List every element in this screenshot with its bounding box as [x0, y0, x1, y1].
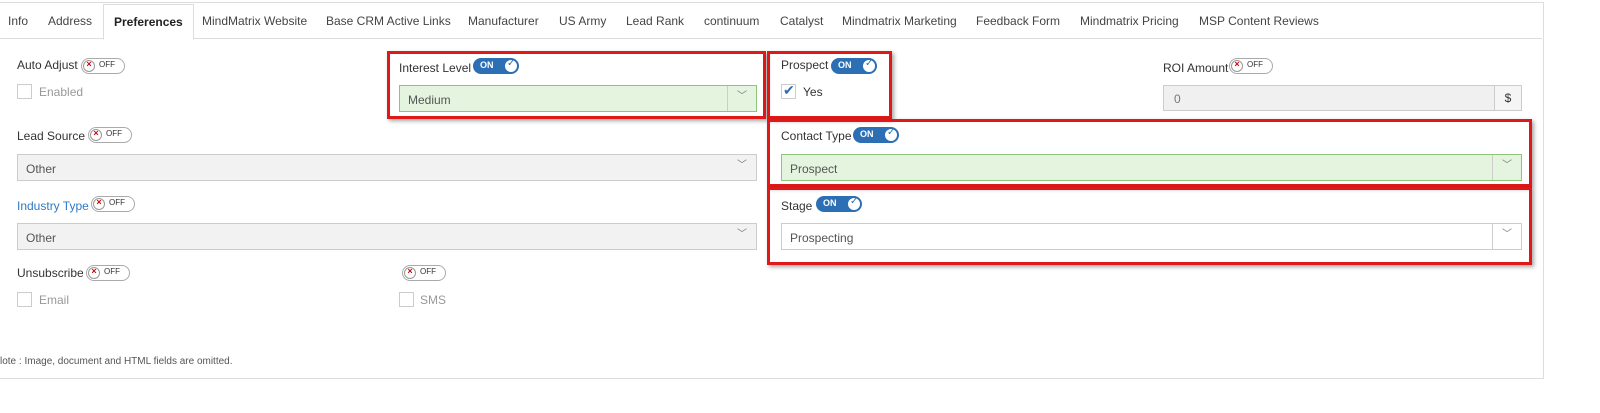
tab-mindmatrix-website[interactable]: MindMatrix Website: [202, 4, 307, 38]
omitted-fields-note: lote : Image, document and HTML fields a…: [0, 356, 233, 367]
email-label: Email: [39, 293, 70, 307]
tab-catalyst[interactable]: Catalyst: [780, 4, 823, 38]
chevron-down-icon: ﹀: [1492, 155, 1521, 180]
chevron-down-icon: ﹀: [737, 160, 747, 171]
tab-mindmatrix-pricing[interactable]: Mindmatrix Pricing: [1080, 4, 1179, 38]
close-icon: ×: [404, 266, 416, 279]
industry-type-select[interactable]: Other ﹀: [17, 223, 757, 250]
stage-toggle[interactable]: ON ✓: [816, 196, 862, 212]
check-icon: ✓: [504, 58, 518, 73]
industry-type-toggle[interactable]: × OFF: [91, 196, 135, 212]
interest-level-select[interactable]: Medium ﹀: [399, 85, 757, 112]
contact-type-toggle[interactable]: ON ✓: [853, 127, 899, 143]
tab-base-crm-active-links[interactable]: Base CRM Active Links: [326, 4, 451, 38]
check-icon: ✓: [847, 196, 861, 211]
unsubscribe-label: Unsubscribe: [17, 266, 84, 280]
tab-lead-rank[interactable]: Lead Rank: [626, 4, 684, 38]
close-icon: ×: [90, 128, 102, 141]
tab-bar: Info Address Preferences MindMatrix Webs…: [0, 4, 1542, 40]
sms-checkbox[interactable]: [399, 292, 414, 307]
close-icon: ×: [88, 266, 100, 279]
enabled-label: Enabled: [39, 85, 84, 99]
tab-feedback-form[interactable]: Feedback Form: [976, 4, 1060, 38]
tab-mindmatrix-marketing[interactable]: Mindmatrix Marketing: [842, 4, 957, 38]
close-icon: ×: [1231, 59, 1243, 72]
enabled-checkbox[interactable]: [17, 84, 32, 99]
interest-level-label: Interest Level: [399, 61, 472, 75]
roi-amount-toggle[interactable]: × OFF: [1229, 58, 1273, 74]
contact-type-label: Contact Type: [781, 129, 852, 143]
prospect-yes-label: Yes: [803, 85, 823, 99]
interest-level-toggle[interactable]: ON ✓: [473, 58, 519, 74]
tab-msp-content-reviews[interactable]: MSP Content Reviews: [1199, 4, 1319, 38]
contact-type-select[interactable]: Prospect ﹀: [781, 154, 1522, 181]
prospect-label: Prospect: [781, 58, 829, 72]
email-checkbox[interactable]: [17, 292, 32, 307]
lead-source-select[interactable]: Other ﹀: [17, 154, 757, 181]
roi-amount-label: ROI Amount: [1163, 61, 1229, 75]
check-icon: ✓: [862, 58, 876, 73]
tab-address[interactable]: Address: [48, 4, 92, 38]
prospect-yes-checkbox[interactable]: [781, 82, 796, 99]
tab-manufacturer[interactable]: Manufacturer: [468, 4, 539, 38]
roi-amount-input[interactable]: 0 $: [1163, 85, 1522, 111]
chevron-down-icon: ﹀: [1492, 224, 1521, 249]
auto-adjust-label: Auto Adjust: [17, 58, 78, 72]
tab-us-army[interactable]: US Army: [559, 4, 606, 38]
stage-label: Stage: [781, 199, 813, 213]
lead-source-label: Lead Source: [17, 129, 86, 143]
lead-source-toggle[interactable]: × OFF: [88, 127, 132, 143]
tab-preferences[interactable]: Preferences: [103, 4, 194, 40]
tab-info[interactable]: Info: [8, 4, 28, 38]
chevron-down-icon: ﹀: [737, 229, 747, 240]
sms-label: SMS: [420, 293, 447, 307]
tab-continuum[interactable]: continuum: [704, 4, 759, 38]
currency-addon: $: [1494, 86, 1521, 110]
chevron-down-icon: ﹀: [727, 86, 756, 111]
close-icon: ×: [93, 197, 105, 210]
close-icon: ×: [83, 59, 95, 72]
check-icon: ✓: [884, 127, 898, 142]
unsubscribe-sms-toggle[interactable]: × OFF: [402, 265, 446, 281]
preferences-panel: [0, 2, 1544, 379]
prospect-toggle[interactable]: ON ✓: [831, 58, 877, 74]
stage-select[interactable]: Prospecting ﹀: [781, 223, 1522, 250]
industry-type-label[interactable]: Industry Type: [17, 199, 89, 213]
unsubscribe-email-toggle[interactable]: × OFF: [86, 265, 130, 281]
auto-adjust-toggle[interactable]: × OFF: [81, 58, 125, 74]
